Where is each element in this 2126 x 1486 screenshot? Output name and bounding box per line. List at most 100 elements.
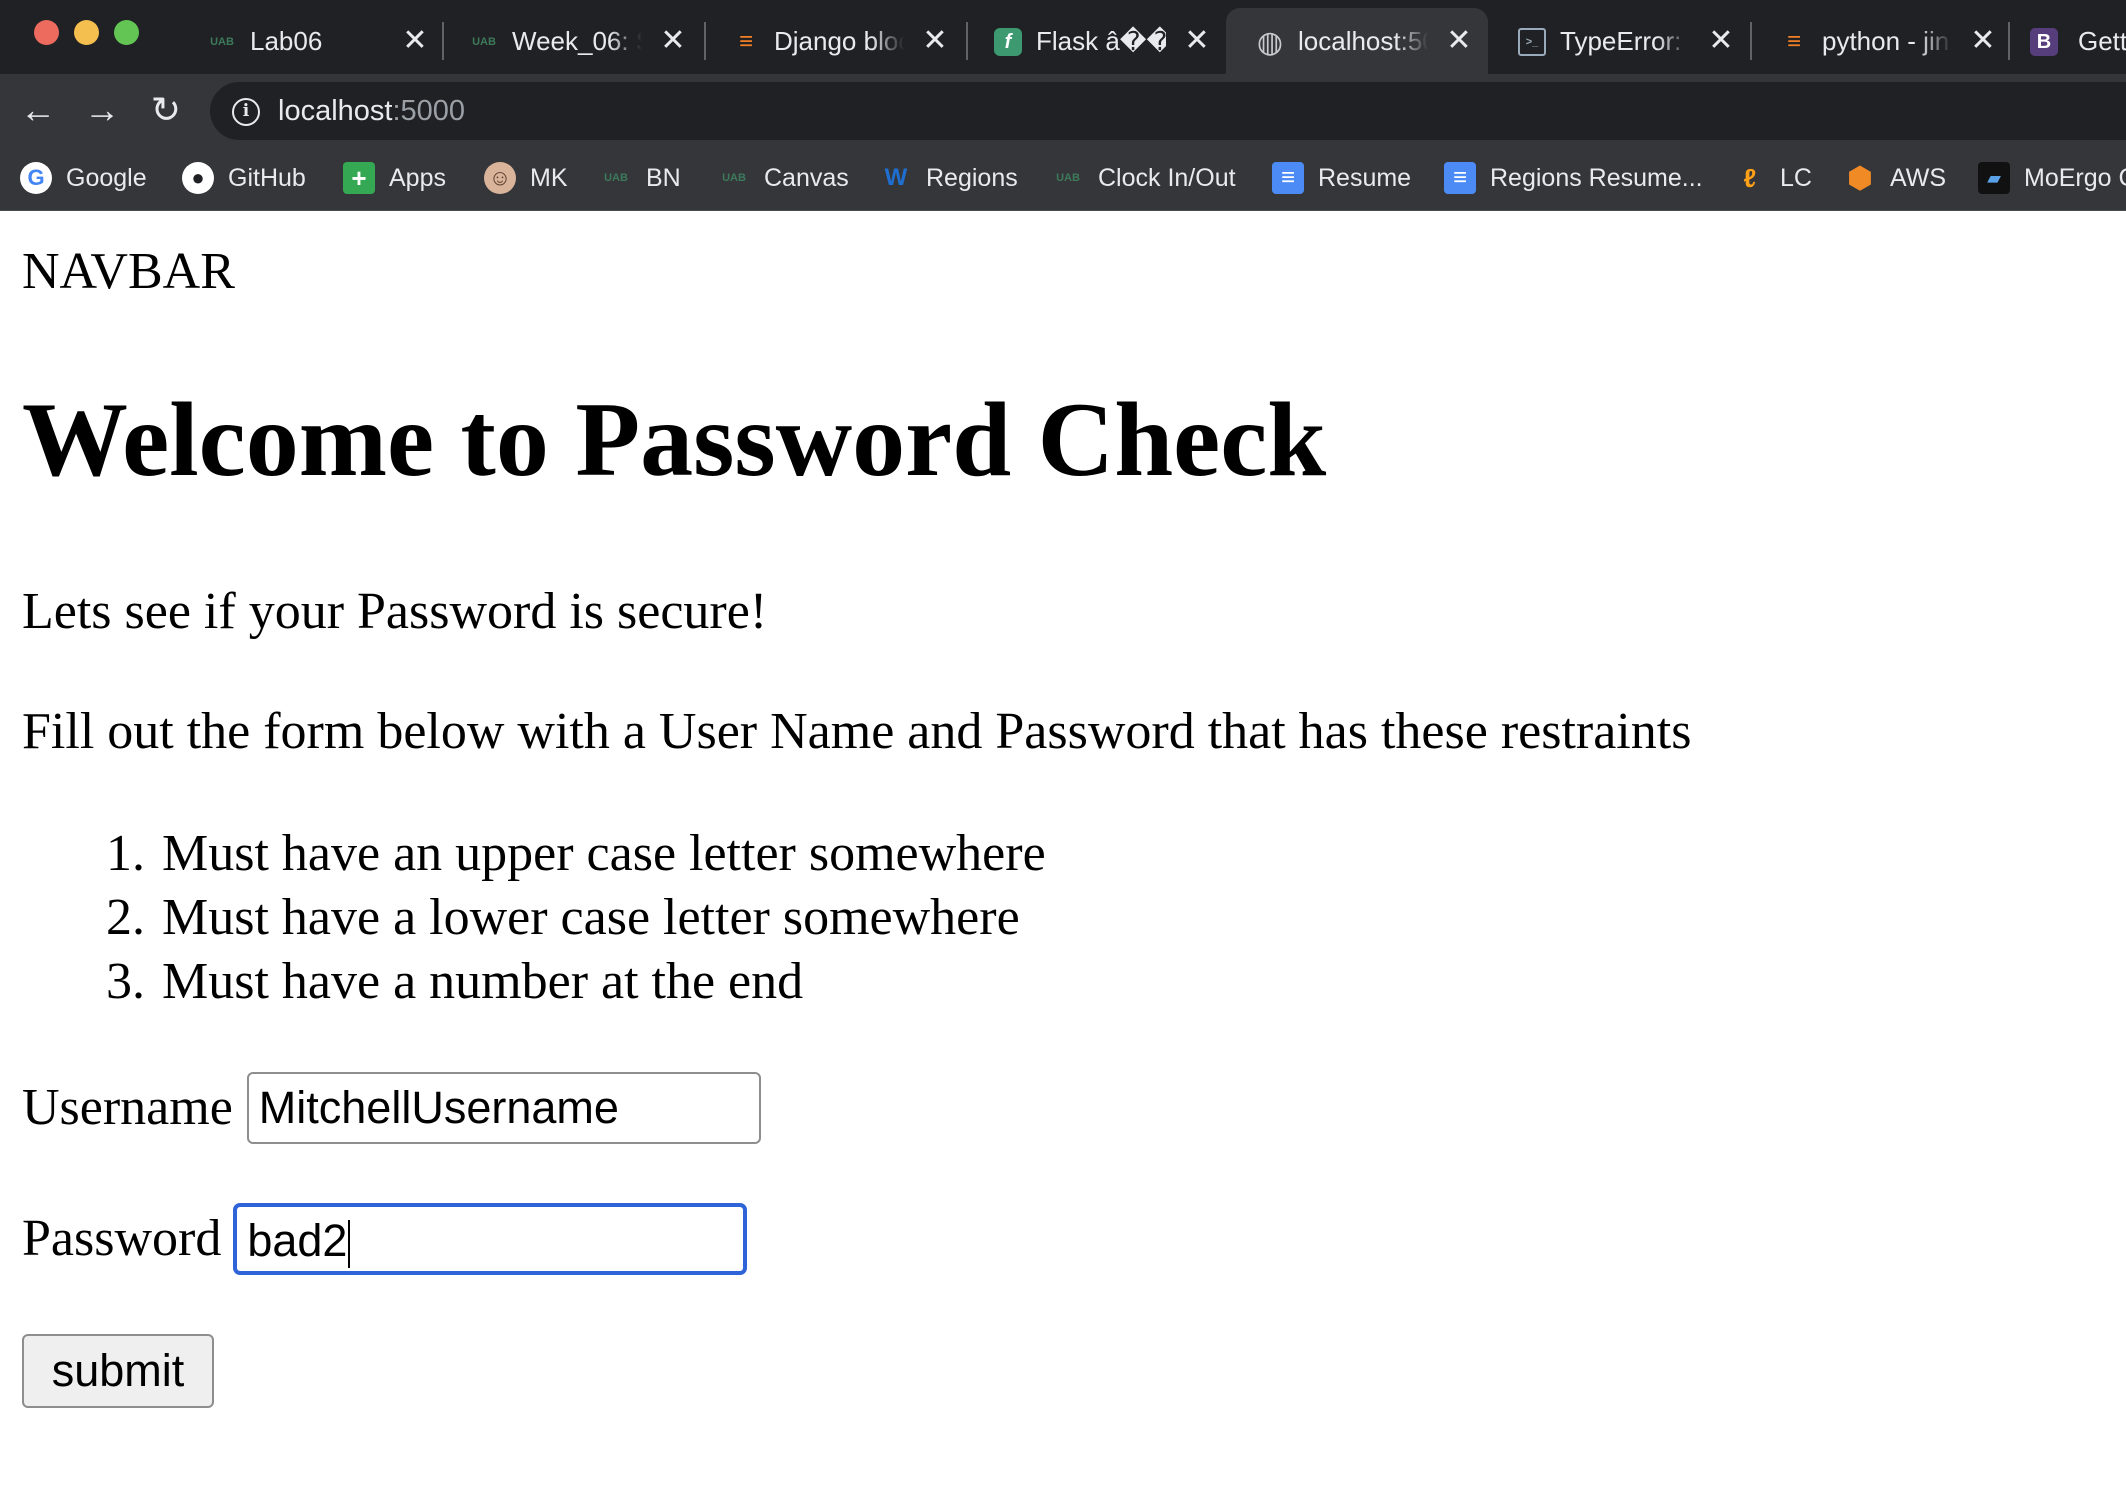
terminal-icon: >_ bbox=[1518, 28, 1546, 56]
bookmark-github[interactable]: ● GitHub bbox=[182, 158, 306, 198]
tab-title: Lab06 bbox=[250, 26, 323, 56]
uab-icon: UAB bbox=[722, 172, 746, 184]
tab-strip: UAB Lab06 ✕ UAB Week_06: S ✕ ≡ Django bl… bbox=[0, 0, 2126, 74]
tab-title: Django bloc bbox=[774, 26, 904, 56]
browser-chrome: UAB Lab06 ✕ UAB Week_06: S ✕ ≡ Django bl… bbox=[0, 0, 2126, 211]
rule-text: Must have a lower case letter somewhere bbox=[162, 889, 1020, 946]
bookmark-label: Clock In/Out bbox=[1098, 163, 1236, 192]
tab-title: Week_06: S bbox=[512, 26, 642, 56]
list-item: 3. Must have a number at the end bbox=[106, 950, 1046, 1014]
url-text[interactable]: localhost:5000 bbox=[278, 94, 465, 128]
bookmark-label: Regions Resume... bbox=[1490, 163, 1703, 192]
tab-week06[interactable]: UAB Week_06: S ✕ bbox=[440, 8, 702, 74]
tab-python-jinja[interactable]: ≡ python - jin ✕ bbox=[1750, 8, 2012, 74]
password-rules-list: 1. Must have an upper case letter somewhe… bbox=[106, 822, 1046, 1014]
regions-icon: W bbox=[884, 164, 908, 191]
forward-arrow-icon[interactable]: → bbox=[82, 90, 122, 130]
url-port: :5000 bbox=[392, 95, 466, 127]
minimize-window-button[interactable] bbox=[74, 20, 99, 45]
rule-number: 1. bbox=[106, 825, 145, 882]
bootstrap-icon: B bbox=[2030, 28, 2058, 56]
tab-title: Gett bbox=[2078, 26, 2126, 56]
globe-icon: ◍ bbox=[1256, 25, 1284, 59]
docs-icon: ≡ bbox=[1272, 162, 1304, 194]
leetcode-icon: ℓ bbox=[1743, 162, 1757, 193]
intro-text: Lets see if your Password is secure! bbox=[22, 583, 768, 640]
bookmark-clock-in-out[interactable]: UAB Clock In/Out bbox=[1052, 158, 1236, 198]
bookmark-label: Google bbox=[66, 163, 147, 192]
rule-number: 2. bbox=[106, 889, 145, 946]
bookmark-label: Regions bbox=[926, 163, 1018, 192]
close-icon[interactable]: ✕ bbox=[656, 24, 690, 58]
tab-title: python - jin bbox=[1822, 26, 1950, 56]
navbar-placeholder: NAVBAR bbox=[22, 243, 235, 300]
uab-icon: UAB bbox=[604, 172, 628, 184]
moergo-icon: ▰ bbox=[1978, 162, 2010, 194]
close-icon[interactable]: ✕ bbox=[1442, 24, 1476, 58]
bookmark-lc[interactable]: ℓ LC bbox=[1734, 158, 1812, 198]
reload-icon[interactable]: ↻ bbox=[146, 90, 186, 130]
maximize-window-button[interactable] bbox=[114, 20, 139, 45]
bookmark-label: Canvas bbox=[764, 163, 849, 192]
github-icon: ● bbox=[182, 162, 214, 194]
tab-django[interactable]: ≡ Django bloc ✕ bbox=[702, 8, 964, 74]
bookmark-aws[interactable]: ⬢ AWS bbox=[1844, 158, 1946, 198]
bookmark-mk[interactable]: ☺ MK bbox=[484, 158, 568, 198]
rule-text: Must have a number at the end bbox=[162, 953, 804, 1010]
bookmark-google[interactable]: G Google bbox=[20, 158, 147, 198]
tab-typeerror[interactable]: >_ TypeError: I ✕ bbox=[1488, 8, 1750, 74]
uab-icon: UAB bbox=[210, 36, 234, 48]
rule-text: Must have an upper case letter somewhere bbox=[162, 825, 1046, 882]
avatar-icon: ☺ bbox=[484, 162, 516, 194]
uab-icon: UAB bbox=[1056, 172, 1080, 184]
aws-icon: ⬢ bbox=[1846, 161, 1874, 195]
list-item: 2. Must have a lower case letter somewher… bbox=[106, 886, 1046, 950]
uab-icon: UAB bbox=[472, 36, 496, 48]
password-value: bad2 bbox=[247, 1215, 348, 1266]
tab-lab06[interactable]: UAB Lab06 ✕ bbox=[178, 8, 440, 74]
bookmark-moergo[interactable]: ▰ MoErgo C bbox=[1978, 158, 2126, 198]
bookmark-regions[interactable]: W Regions bbox=[880, 158, 1018, 198]
list-item: 1. Must have an upper case letter somewhe… bbox=[106, 822, 1046, 886]
docs-icon: ≡ bbox=[1444, 162, 1476, 194]
username-value: MitchellUsername bbox=[258, 1082, 619, 1133]
page-title: Welcome to Password Check bbox=[22, 381, 1327, 498]
back-arrow-icon[interactable]: ← bbox=[18, 90, 58, 130]
close-icon[interactable]: ✕ bbox=[1180, 24, 1214, 58]
info-icon[interactable]: i bbox=[232, 98, 260, 126]
bookmark-label: MK bbox=[530, 163, 568, 192]
tab-localhost[interactable]: ◍ localhost:50 ✕ bbox=[1226, 8, 1488, 74]
apps-icon: + bbox=[343, 162, 375, 194]
username-input[interactable]: MitchellUsername bbox=[246, 1072, 761, 1144]
password-label: Password bbox=[22, 1210, 222, 1267]
bookmark-apps[interactable]: + Apps bbox=[343, 158, 446, 198]
bookmark-regions-resume[interactable]: ≡ Regions Resume... bbox=[1444, 158, 1703, 198]
bookmark-label: AWS bbox=[1890, 163, 1947, 192]
bookmark-resume[interactable]: ≡ Resume bbox=[1272, 158, 1411, 198]
bookmark-label: Apps bbox=[389, 163, 446, 192]
url-host: localhost bbox=[278, 95, 393, 127]
instructions-text: Fill out the form below with a User Name… bbox=[22, 703, 1692, 760]
tab-title: localhost:50 bbox=[1298, 26, 1428, 56]
tab-flask[interactable]: f Flask â�� ✕ bbox=[964, 8, 1226, 74]
close-icon[interactable]: ✕ bbox=[398, 24, 432, 58]
page-content: NAVBAR Welcome to Password Check Lets se… bbox=[0, 212, 2126, 1486]
stackoverflow-icon: ≡ bbox=[1786, 28, 1801, 55]
bookmark-canvas[interactable]: UAB Canvas bbox=[718, 158, 849, 198]
bookmark-label: MoErgo C bbox=[2024, 163, 2126, 192]
close-icon[interactable]: ✕ bbox=[918, 24, 952, 58]
text-caret bbox=[348, 1220, 351, 1269]
bookmark-bn[interactable]: UAB BN bbox=[600, 158, 681, 198]
close-icon[interactable]: ✕ bbox=[1704, 24, 1738, 58]
password-input[interactable]: bad2 bbox=[233, 1203, 748, 1275]
address-bar[interactable]: i localhost:5000 bbox=[210, 82, 2126, 140]
bookmark-label: Resume bbox=[1318, 163, 1412, 192]
tab-title: TypeError: I bbox=[1560, 26, 1690, 56]
stackoverflow-icon: ≡ bbox=[738, 28, 753, 55]
submit-button[interactable]: submit bbox=[22, 1334, 214, 1408]
tab-bootstrap[interactable]: B Gett bbox=[2010, 8, 2126, 74]
flask-icon: f bbox=[994, 28, 1022, 56]
close-icon[interactable]: ✕ bbox=[1966, 24, 2000, 58]
close-window-button[interactable] bbox=[34, 20, 59, 45]
google-icon: G bbox=[20, 162, 52, 194]
